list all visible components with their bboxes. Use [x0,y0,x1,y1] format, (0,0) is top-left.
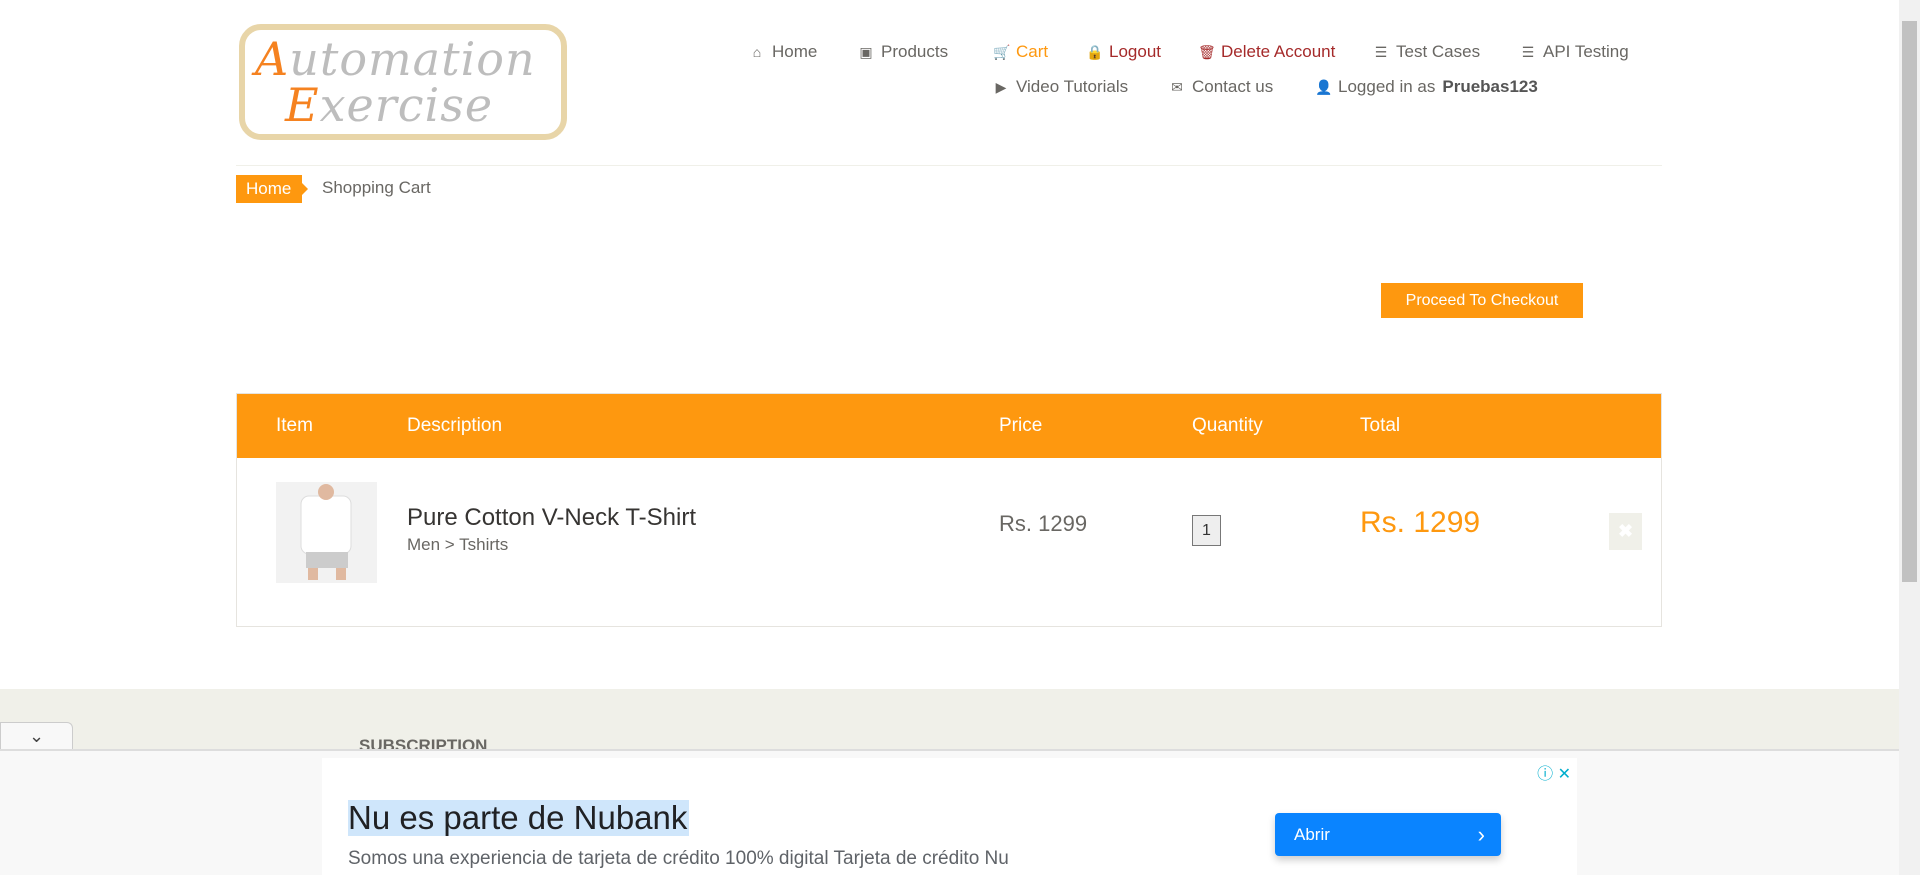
ad-body: Somos una experiencia de tarjeta de créd… [348,848,1009,869]
divider [236,165,1662,166]
ad-content[interactable]: ⓘ ✕ Nu es parte de Nubank Somos una expe… [322,758,1577,875]
ad-headline[interactable]: Nu es parte de Nubank [348,800,690,836]
nav-home[interactable]: ⌂ Home [749,42,818,62]
list-icon: ☰ [1374,43,1388,60]
product-total: Rs. 1299 [1360,506,1481,539]
nav-test-cases[interactable]: ☰ Test Cases [1373,42,1480,62]
username: Pruebas123 [1442,77,1538,96]
nav-label: API Testing [1543,42,1629,61]
proceed-to-checkout-button[interactable]: Proceed To Checkout [1381,283,1583,318]
nav-logout[interactable]: 🔒 Logout [1086,42,1161,62]
ad-open-label: Abrir [1294,825,1330,844]
product-name[interactable]: Pure Cotton V-Neck T-Shirt [407,504,696,532]
header-quantity: Quantity [1192,415,1263,436]
logo-text: xercise [319,78,494,132]
nav-products[interactable]: ▣ Products [858,42,948,62]
scrollbar-thumb[interactable] [1902,21,1917,582]
cart-table: Item Description Price Quantity Total Pu… [236,393,1662,627]
trash-icon: 🗑 [1198,43,1216,60]
close-ad-icon[interactable]: ✕ [1558,766,1571,783]
breadcrumb-home[interactable]: Home [236,175,308,203]
nav-api-testing[interactable]: ☰ API Testing [1520,42,1629,62]
user-icon: 👤 [1315,78,1333,95]
nav-label: Test Cases [1396,42,1481,61]
logged-in-label: Logged in as [1338,77,1436,96]
lock-icon: 🔒 [1086,43,1104,60]
nav-delete-account[interactable]: 🗑 Delete Account [1198,42,1335,62]
nav-label: Products [881,42,949,61]
nav-video-tutorials[interactable]: ▶ Video Tutorials [993,77,1129,97]
ad-open-button[interactable]: Abrir › [1275,813,1501,856]
site-logo[interactable]: Automation Exercise [239,24,567,140]
tshirt-image [300,484,352,580]
chevron-down-icon: ⌄ [28,726,45,746]
envelope-icon: ✉ [1171,78,1183,95]
footer-widget: SUBSCRIPTION [0,689,1899,755]
header-price: Price [999,415,1043,436]
quantity-box: 1 [1192,515,1221,546]
product-image[interactable] [276,482,377,583]
header-description: Description [407,415,503,436]
close-icon: ✖ [1617,521,1634,541]
header-total: Total [1360,415,1401,436]
nav-label: Video Tutorials [1016,77,1129,96]
nav-label: Home [772,42,818,61]
logo-letter: E [285,78,320,132]
breadcrumb-current: Shopping Cart [322,178,431,197]
nav-logged-in: 👤 Logged in as Pruebas123 [1315,77,1538,97]
youtube-icon: ▶ [995,78,1007,95]
cart-icon: 🛒 [993,43,1011,60]
info-icon[interactable]: ⓘ [1537,766,1553,783]
home-icon: ⌂ [752,44,762,60]
briefcase-icon: ▣ [859,43,873,60]
list-icon: ☰ [1521,43,1535,60]
chevron-right-icon: › [1477,822,1485,847]
header-item: Item [276,415,313,436]
delete-item-button[interactable]: ✖ [1609,513,1642,550]
cart-table-header: Item Description Price Quantity Total [237,394,1661,458]
nav-label: Contact us [1192,77,1274,96]
nav-label: Delete Account [1221,42,1336,61]
nav-label: Logout [1109,42,1161,61]
product-category: Men > Tshirts [407,535,509,554]
ad-collapse-button[interactable]: ⌄ [0,722,73,751]
nav-label: Cart [1016,42,1049,61]
nav-cart[interactable]: 🛒 Cart [993,42,1048,62]
nav-contact-us[interactable]: ✉ Contact us [1169,77,1273,97]
product-price: Rs. 1299 [999,511,1088,536]
